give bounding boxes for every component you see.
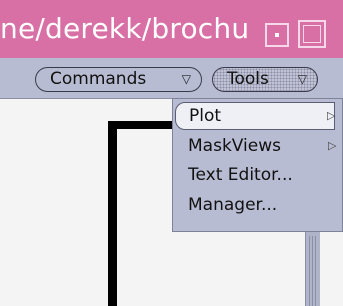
menu-item-label: MaskViews [188, 136, 281, 156]
tools-label: Tools [227, 69, 269, 89]
commands-label: Commands [50, 69, 147, 89]
menu-item-plot[interactable]: Plot ▷ [175, 102, 335, 130]
drawing-frame-top [108, 121, 176, 129]
title-bar: ne/derekk/brochu [0, 0, 343, 58]
scrollbar-thumb[interactable] [309, 236, 317, 306]
menu-item-label: Manager... [188, 195, 278, 215]
triangle-right-icon: ▷ [328, 139, 337, 152]
window-title: ne/derekk/brochu [0, 12, 250, 45]
menu-item-manager[interactable]: Manager... [173, 191, 343, 219]
toolbar: Commands ▽ Tools ▽ [0, 58, 343, 99]
menu-item-label: Plot [189, 106, 222, 126]
maximize-icon[interactable] [298, 20, 326, 48]
menu-item-maskviews[interactable]: MaskViews ▷ [173, 132, 343, 160]
triangle-down-icon: ▽ [297, 72, 307, 86]
menu-item-label: Text Editor... [188, 165, 293, 185]
commands-menu-button[interactable]: Commands ▽ [35, 67, 202, 92]
scrollbar[interactable] [305, 228, 320, 306]
triangle-down-icon: ▽ [181, 72, 191, 86]
tools-dropdown-menu: Plot ▷ MaskViews ▷ Text Editor... Manage… [172, 98, 343, 232]
menu-item-text-editor[interactable]: Text Editor... [173, 161, 343, 189]
minimize-icon[interactable] [265, 23, 289, 47]
triangle-right-icon: ▷ [327, 109, 336, 122]
drawing-frame-left [108, 121, 117, 306]
tools-menu-button[interactable]: Tools ▽ [212, 67, 318, 92]
